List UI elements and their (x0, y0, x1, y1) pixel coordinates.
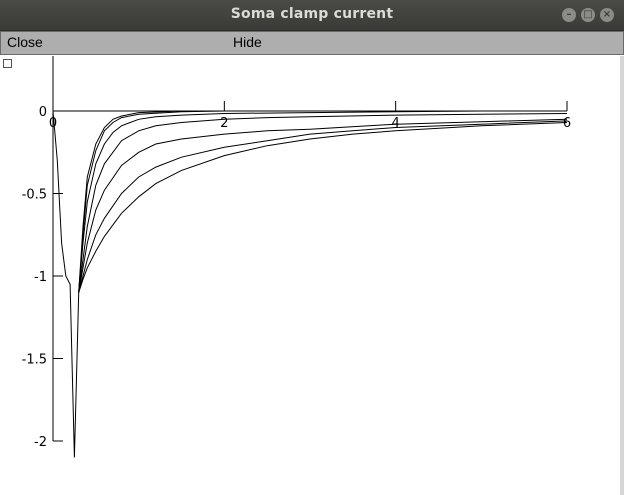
y-tick-label: -0.5 (22, 188, 47, 203)
maximize-icon[interactable]: □ (581, 8, 595, 22)
x-tick-label: 2 (220, 116, 228, 131)
series-line-2 (78, 110, 567, 293)
close-icon[interactable]: × (600, 8, 614, 22)
close-button[interactable]: Close (1, 33, 49, 51)
series-line-6 (78, 120, 568, 293)
series-line-3 (78, 110, 567, 293)
x-tick-label: 0 (49, 116, 57, 131)
series-line-7 (78, 122, 568, 293)
plot-svg: 0 2 4 6 0 -0.5 -1 -1.5 -2 (22, 56, 571, 458)
y-tick-label: -1 (34, 270, 47, 285)
x-tick-label: 6 (563, 116, 571, 131)
hide-button[interactable]: Hide (227, 33, 268, 51)
menu-bar: Close Hide (0, 31, 624, 55)
y-tick-label: -2 (34, 435, 47, 450)
title-bar: Soma clamp current – □ × (0, 0, 624, 31)
minimize-icon[interactable]: – (562, 8, 576, 22)
series-line-1 (52, 110, 567, 458)
x-tick-label: 4 (392, 116, 400, 131)
series-line-4 (78, 113, 568, 293)
y-tick-label: 0 (39, 105, 47, 120)
window-title: Soma clamp current (230, 6, 394, 22)
series-line-5 (78, 118, 568, 293)
window-right-edge (620, 56, 624, 495)
app-window: Soma clamp current – □ × Close Hide 0 2 4 6… (0, 0, 624, 495)
y-tick-label: -1.5 (22, 353, 47, 368)
graph-panel[interactable]: 0 2 4 6 0 -0.5 -1 -1.5 -2 (0, 56, 624, 495)
